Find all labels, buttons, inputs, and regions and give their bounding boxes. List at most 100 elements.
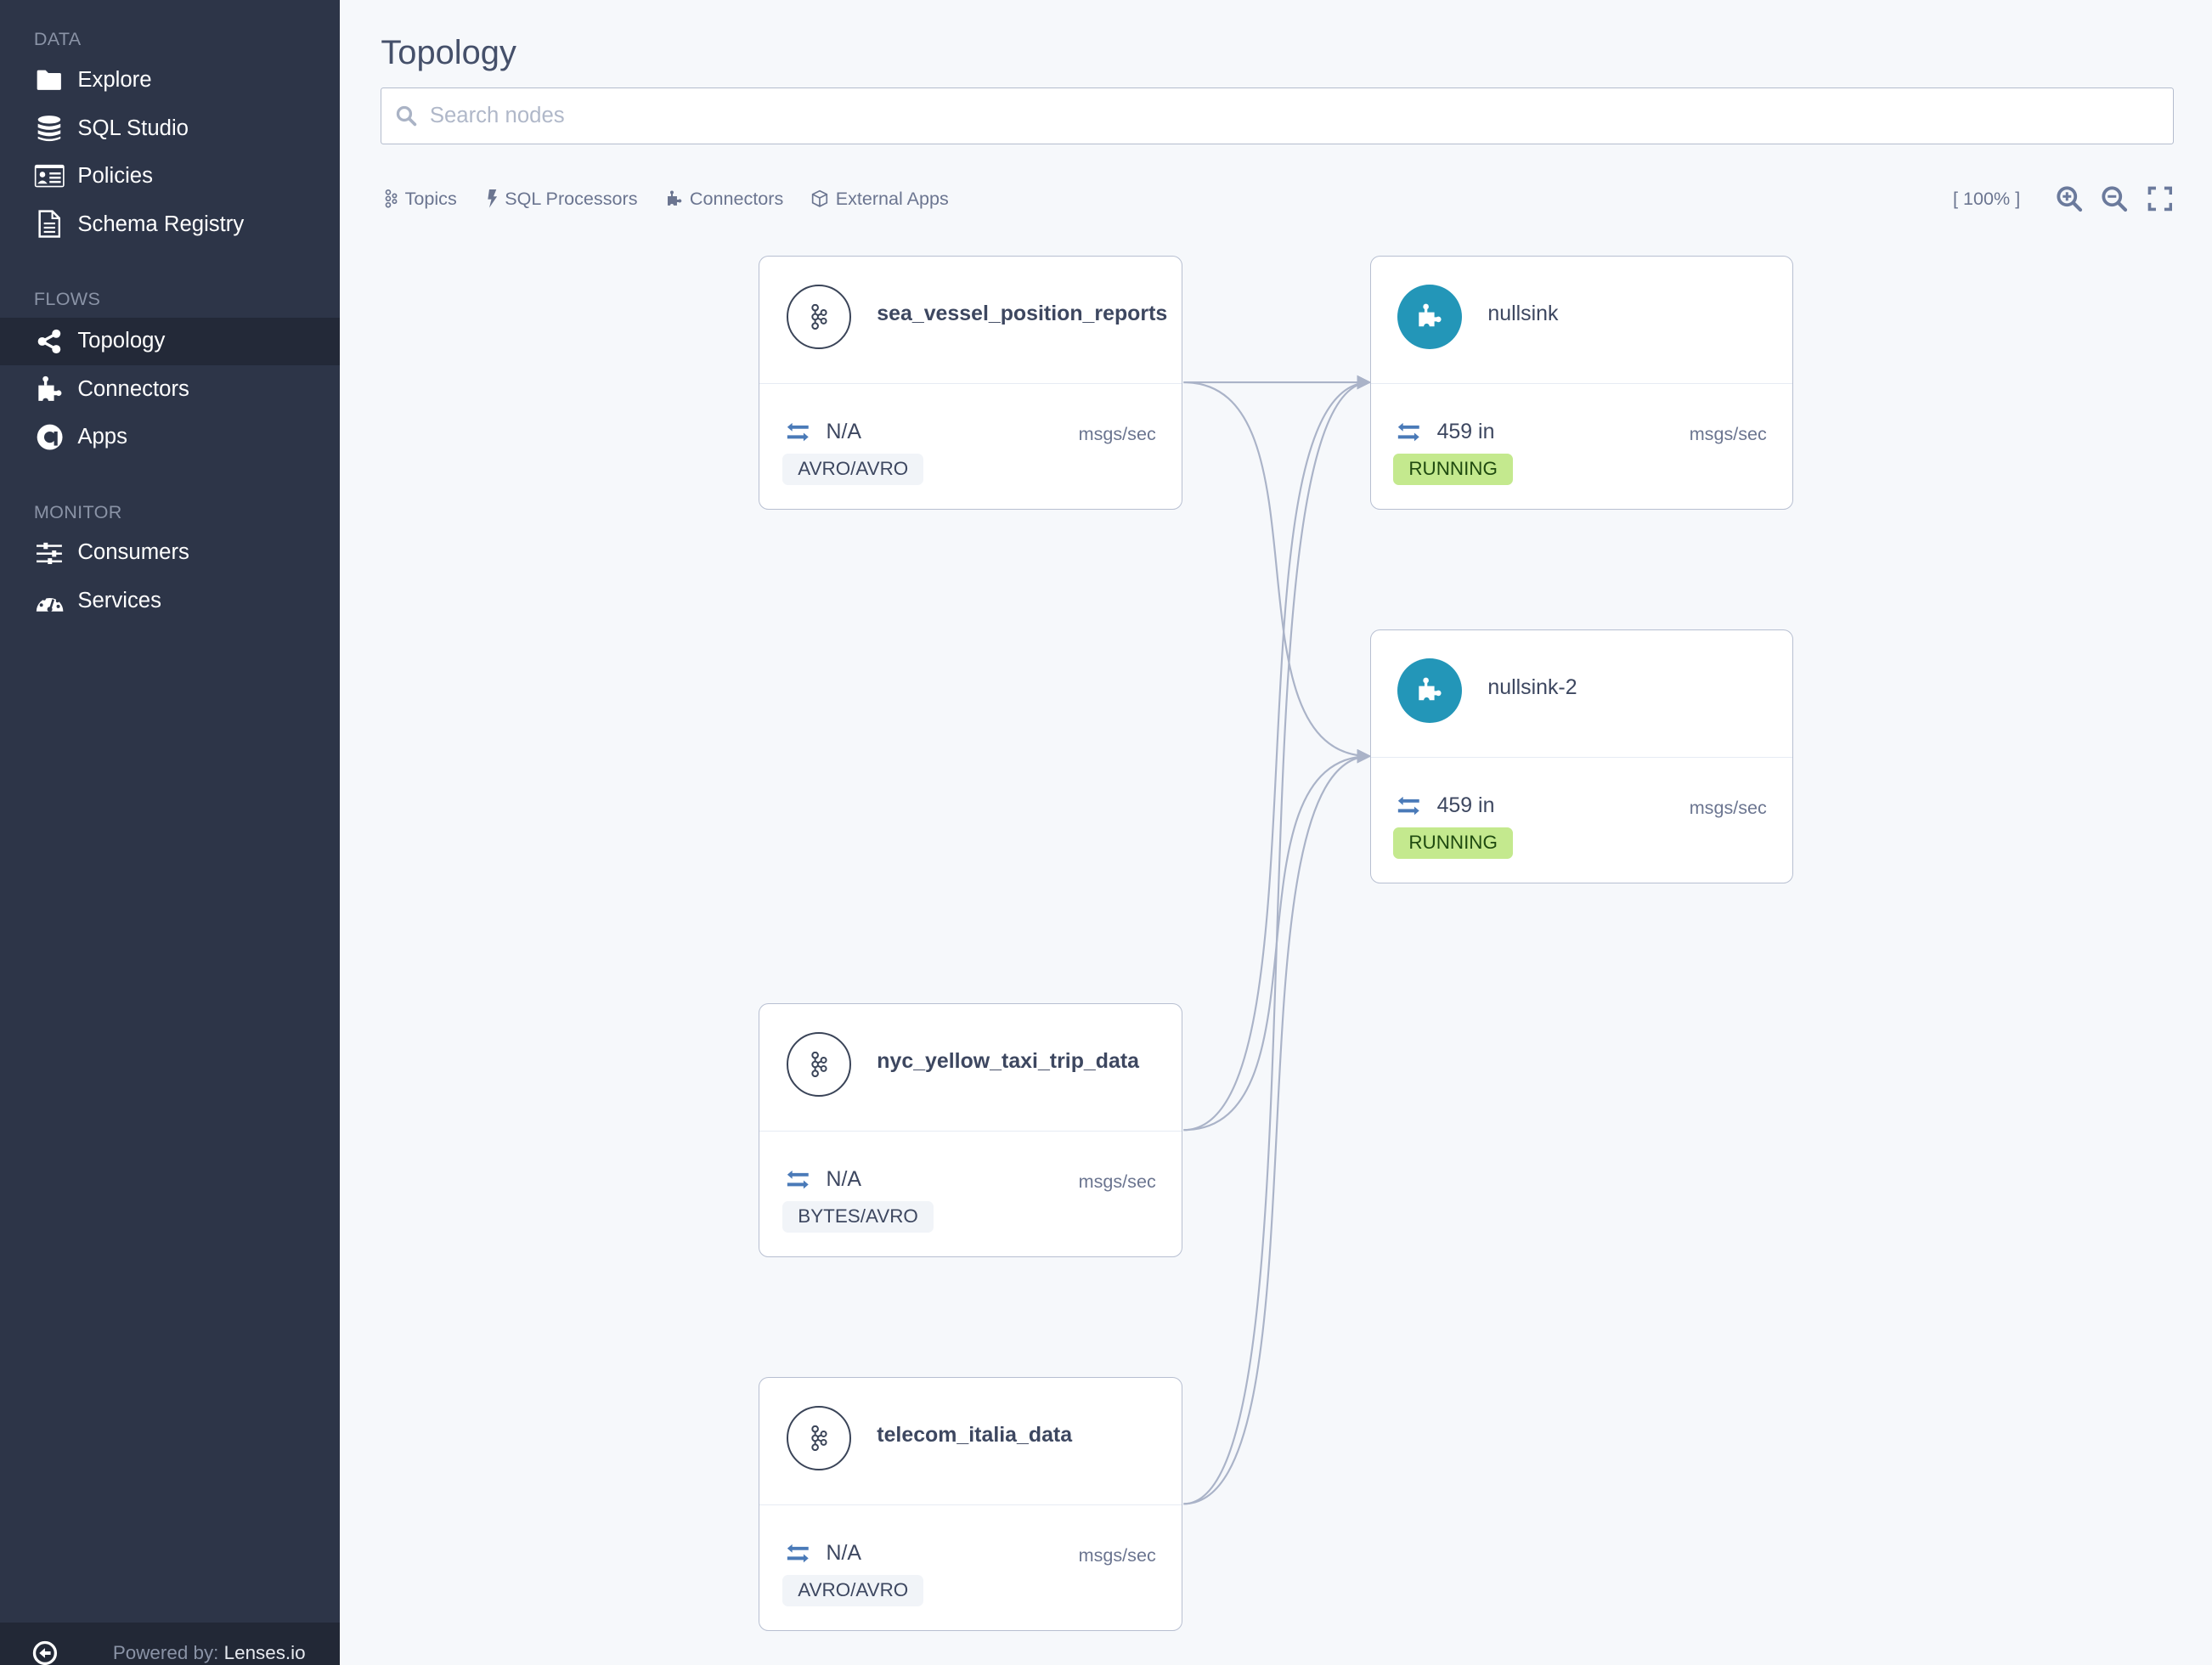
fit-screen-button[interactable] [2144, 183, 2175, 215]
database-icon [34, 113, 65, 144]
node-rate: N/A [826, 1541, 862, 1566]
sidebar-item-label: Connectors [77, 376, 189, 401]
filter-label: Connectors [689, 187, 784, 209]
throughput-icon [1397, 795, 1420, 821]
node-rate: 459 in [1436, 793, 1495, 818]
sidebar-item-label: Schema Registry [77, 212, 245, 236]
kafka-topic-icon [787, 1406, 852, 1471]
sidebar-item-consumers[interactable]: Consumers [0, 529, 340, 577]
sidebar-item-connectors[interactable]: Connectors [0, 365, 340, 413]
zoom-out-icon [2102, 185, 2127, 212]
sidebar-item-explore[interactable]: Explore [0, 56, 340, 104]
cube-icon [812, 189, 828, 207]
node-header: nullsink-2 [1370, 630, 1792, 759]
share-icon [34, 326, 65, 358]
section-label-data: DATA [33, 28, 82, 50]
throughput-icon [787, 1169, 810, 1195]
section-label-flows: FLOWS [33, 287, 101, 309]
node-name: sea_vessel_position_reports [877, 301, 1168, 325]
node-rate: 459 in [1436, 420, 1495, 444]
sidebar-item-schema-registry[interactable]: Schema Registry [0, 200, 340, 248]
search-input[interactable] [429, 87, 2123, 144]
connector-puzzle-icon [1397, 284, 1463, 350]
node-type-filters: Topics SQL Processors Connectors Externa… [384, 188, 977, 210]
powered-by-label: Powered by: [112, 1642, 219, 1664]
gauge-icon [34, 585, 65, 617]
connector-node-card[interactable]: nullsink 459 in msgs/sec RUNNING [1369, 255, 1793, 510]
zoom-in-icon [2057, 185, 2082, 212]
zoom-in-button[interactable] [2054, 183, 2085, 215]
topic-node-card[interactable]: sea_vessel_position_reports N/A msgs/sec AV… [759, 255, 1182, 510]
fullscreen-icon [2147, 186, 2172, 212]
document-icon [34, 209, 65, 240]
apps-icon [34, 422, 65, 454]
powered-by: Powered by: Lenses.io [113, 1642, 306, 1664]
sidebar-item-label: Policies [77, 164, 153, 189]
sidebar-item-sql-studio[interactable]: SQL Studio [0, 104, 340, 152]
node-header: sea_vessel_position_reports [759, 257, 1182, 385]
sidebar-item-label: Services [77, 588, 161, 612]
search-icon [396, 105, 417, 127]
bolt-icon [488, 189, 498, 208]
folder-icon [34, 65, 65, 96]
filter-topics[interactable]: Topics [384, 188, 457, 210]
status-badge: RUNNING [1393, 454, 1514, 485]
node-rate: N/A [826, 1167, 862, 1192]
zoom-out-button[interactable] [2099, 183, 2130, 215]
topic-node-card[interactable]: telecom_italia_data N/A msgs/sec AVRO/AVRO [759, 1376, 1182, 1631]
filter-label: SQL Processors [505, 187, 638, 209]
search-box [381, 87, 2175, 144]
format-badge: AVRO/AVRO [782, 454, 924, 485]
node-rate: N/A [826, 420, 862, 444]
zoom-level: [ 100% ] [1953, 188, 2021, 210]
id-card-icon [34, 161, 65, 192]
kafka-topic-icon [787, 284, 852, 350]
sidebar-item-label: SQL Studio [77, 116, 189, 140]
section-label-monitor: MONITOR [33, 500, 122, 522]
node-name: nyc_yellow_taxi_trip_data [877, 1048, 1139, 1073]
puzzle-icon [667, 190, 681, 206]
filter-label: Topics [404, 187, 457, 209]
format-badge: AVRO/AVRO [782, 1575, 924, 1606]
zoom-controls: [ 100% ] [1953, 183, 2175, 215]
topic-node-card[interactable]: nyc_yellow_taxi_trip_data N/A msgs/sec BYTE… [759, 1002, 1182, 1257]
sidebar-footer: Powered by: Lenses.io [0, 1622, 341, 1665]
main-content: Topology Topics SQL Processors Connector… [340, 0, 2212, 1665]
throughput-icon [787, 1543, 810, 1569]
app-root: DATA Explore SQL Studio Policies Schema … [0, 0, 2212, 1665]
kafka-topic-icon [787, 1031, 852, 1098]
brand-link[interactable]: Lenses.io [224, 1642, 306, 1663]
puzzle-icon [34, 374, 65, 405]
node-rate-unit: msgs/sec [1689, 422, 1767, 444]
filter-sql-processors[interactable]: SQL Processors [485, 187, 638, 210]
connector-node-card[interactable]: nullsink-2 459 in msgs/sec RUNNING [1369, 629, 1793, 883]
node-rate-unit: msgs/sec [1078, 422, 1156, 444]
format-badge: BYTES/AVRO [782, 1201, 934, 1233]
node-name: nullsink [1487, 301, 1559, 325]
filter-label: External Apps [835, 187, 949, 209]
sidebar-item-label: Explore [77, 68, 152, 93]
throughput-icon [787, 421, 810, 448]
node-rate-unit: msgs/sec [1078, 1170, 1156, 1192]
node-rate-unit: msgs/sec [1078, 1544, 1156, 1566]
sidebar-item-label: Topology [77, 329, 166, 353]
sidebar-item-policies[interactable]: Policies [0, 152, 340, 200]
sidebar: DATA Explore SQL Studio Policies Schema … [0, 0, 341, 1665]
sidebar-item-topology[interactable]: Topology [0, 317, 341, 366]
sidebar-item-apps[interactable]: Apps [0, 414, 340, 461]
sliders-icon [34, 538, 65, 569]
kafka-icon [385, 189, 398, 208]
sidebar-item-label: Apps [77, 425, 127, 449]
back-arrow-icon[interactable] [32, 1640, 58, 1665]
page-title: Topology [381, 33, 516, 71]
filter-connectors[interactable]: Connectors [666, 187, 784, 210]
connector-puzzle-icon [1397, 658, 1463, 724]
node-header: nullsink [1370, 257, 1792, 385]
status-badge: RUNNING [1393, 827, 1514, 859]
node-rate-unit: msgs/sec [1689, 796, 1767, 818]
node-header: nyc_yellow_taxi_trip_data [759, 1004, 1182, 1132]
node-header: telecom_italia_data [759, 1378, 1182, 1506]
sidebar-item-label: Consumers [77, 540, 189, 565]
filter-external-apps[interactable]: External Apps [811, 187, 949, 210]
sidebar-item-services[interactable]: Services [0, 577, 340, 624]
